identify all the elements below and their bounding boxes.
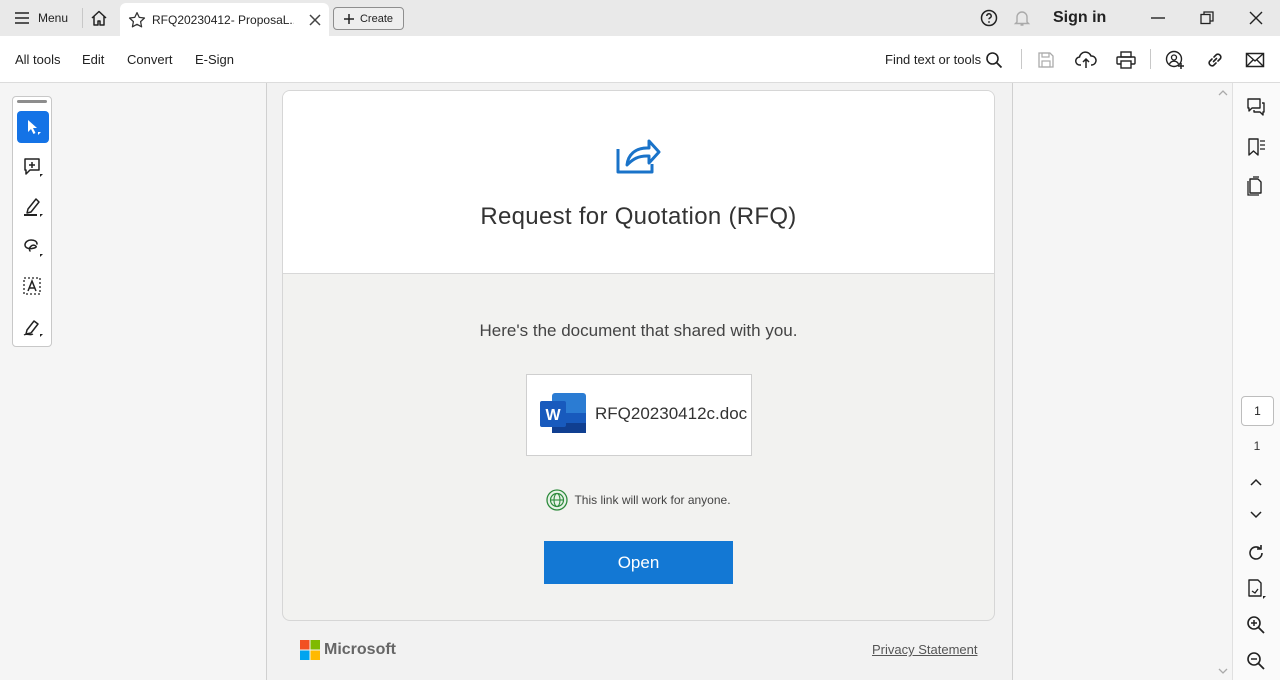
print-icon[interactable] [1115,49,1137,71]
highlighter-icon [24,198,43,217]
menu-button[interactable]: Menu [8,6,74,30]
share-card: Request for Quotation (RFQ) Here's the d… [282,90,995,621]
current-page-input[interactable]: 1 [1241,396,1274,426]
highlight-tool[interactable] [17,191,49,223]
tab-close-button[interactable] [309,13,321,26]
close-window-button[interactable] [1246,8,1266,28]
home-icon [91,10,107,26]
menu-label: Menu [38,11,69,25]
restore-button[interactable] [1197,8,1217,28]
word-letter: W [545,407,561,424]
document-tab[interactable]: RFQ20230412- ProposaL... [120,3,329,36]
divider [1150,49,1151,69]
cursor-icon [28,120,41,135]
share-user-icon[interactable] [1164,49,1186,71]
zoom-out-icon[interactable] [1245,650,1267,672]
toolbar-esign[interactable]: E-Sign [195,52,234,67]
save-icon[interactable] [1035,49,1057,71]
notification-bell-icon[interactable] [1013,9,1031,27]
open-button[interactable]: Open [544,541,733,584]
restore-icon [1200,11,1214,25]
word-file-icon: W [540,393,586,433]
minimize-button[interactable] [1148,8,1168,28]
pages-thumbnails-icon[interactable] [1245,175,1267,197]
document-title: Request for Quotation (RFQ) [480,203,797,230]
zoom-in-icon[interactable] [1245,614,1267,636]
previous-page-icon[interactable] [1245,471,1267,493]
pen-sign-icon [23,320,43,337]
microsoft-brand-text: Microsoft [324,641,396,658]
star-icon[interactable] [128,11,146,29]
link-note-text: This link will work for anyone. [574,493,731,507]
help-icon[interactable] [980,9,998,27]
share-message: Here's the document that shared with you… [479,321,798,340]
scroll-up-icon[interactable] [1218,89,1228,97]
text-select-tool[interactable] [17,271,49,303]
bookmarks-icon[interactable] [1245,136,1267,158]
quick-tools-panel [12,96,52,347]
file-name: RFQ20230412c.doc [595,404,748,423]
close-icon [309,13,321,26]
scroll-down-icon[interactable] [1218,667,1228,675]
right-side-panel: 1 1 [1232,83,1280,680]
microsoft-logo: Microsoft [300,640,396,660]
lasso-draw-icon [24,239,43,257]
vertical-scrollbar[interactable] [1214,83,1232,680]
globe-icon [546,489,569,511]
sign-in-button[interactable]: Sign in [1053,9,1106,27]
comments-icon[interactable] [1245,96,1267,118]
toolbar-edit[interactable]: Edit [82,52,104,67]
link-icon[interactable] [1204,49,1226,71]
page-settings-icon[interactable] [1245,578,1267,600]
comment-plus-icon [24,158,43,177]
close-icon [1249,11,1263,25]
email-icon[interactable] [1244,49,1266,71]
toolbar-convert[interactable]: Convert [127,52,173,67]
rotate-icon[interactable] [1245,542,1267,564]
privacy-statement-link[interactable]: Privacy Statement [872,642,978,657]
upload-cloud-icon[interactable] [1075,49,1097,71]
hamburger-icon [15,12,29,24]
create-label: Create [359,12,394,25]
file-attachment[interactable]: W RFQ20230412c.doc [526,374,752,456]
microsoft-logo-icon [300,640,320,660]
title-bar: Menu RFQ20230412- ProposaL... Create Sig… [0,0,1280,36]
panel-drag-handle[interactable] [17,100,47,103]
link-note: This link will work for anyone. [283,489,994,511]
home-button[interactable] [86,6,112,30]
total-pages: 1 [1253,439,1261,453]
freehand-draw-tool[interactable] [17,231,49,263]
main-toolbar: All tools Edit Convert E-Sign Find text … [0,36,1280,83]
search-icon[interactable] [983,49,1005,71]
select-tool[interactable] [17,111,49,143]
add-comment-tool[interactable] [17,151,49,183]
text-box-icon [23,277,41,295]
create-button[interactable]: Create [333,7,404,30]
toolbar-all-tools[interactable]: All tools [15,52,61,67]
share-arrow-icon [615,133,661,175]
plus-icon [343,13,354,24]
sign-tool[interactable] [17,311,49,343]
minimize-icon [1151,17,1165,19]
next-page-icon[interactable] [1245,504,1267,526]
tab-title: RFQ20230412- ProposaL... [152,12,294,27]
divider [82,8,83,28]
find-text-button[interactable]: Find text or tools [885,52,981,67]
card-header: Request for Quotation (RFQ) [283,91,994,274]
divider [1021,49,1022,69]
